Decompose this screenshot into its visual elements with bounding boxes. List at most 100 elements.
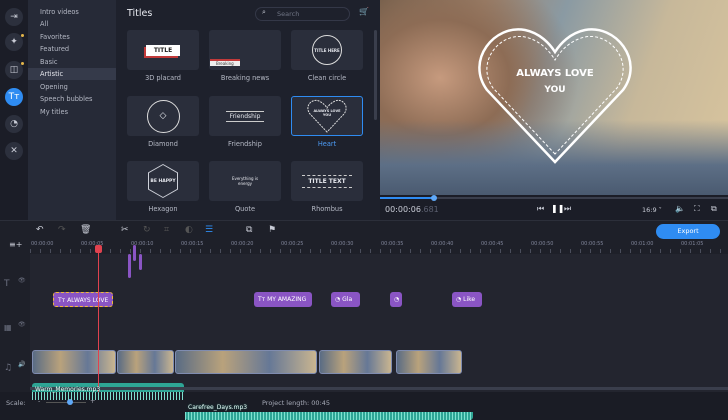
sticker-clip[interactable]: ◔ <box>390 292 402 307</box>
sticker-clip[interactable]: ◔ Like <box>452 292 482 307</box>
video-preview[interactable]: ALWAYS LOVE YOU <box>380 0 728 195</box>
delete-icon[interactable]: 🗑 <box>80 225 91 235</box>
aspect-ratio-dropdown[interactable]: 16:9 ˅ <box>642 206 662 214</box>
waveform <box>185 412 473 420</box>
category-speech-bubbles[interactable]: Speech bubbles <box>28 93 116 105</box>
record-icon[interactable]: ⧉ <box>246 225 252 235</box>
rotate-icon[interactable]: ↻ <box>143 225 151 235</box>
category-list: Intro videos All Favorites Featured Basi… <box>28 0 116 220</box>
playback-progress[interactable] <box>380 195 728 201</box>
title-label: Friendship <box>228 140 262 148</box>
transitions-icon[interactable]: ◫ <box>5 61 24 79</box>
ruler-tick-label: 00:00:20 <box>231 241 254 247</box>
ruler-tick-label: 00:00:35 <box>381 241 404 247</box>
cart-icon[interactable]: 🛒 <box>359 7 369 16</box>
title-label: Heart <box>317 140 337 148</box>
import-icon[interactable]: ⇥ <box>5 8 23 26</box>
ruler-tick-label: 00:01:05 <box>681 241 704 247</box>
volume-icon[interactable]: 🔈 <box>675 204 685 213</box>
video-clip[interactable] <box>396 350 462 374</box>
export-button[interactable]: Export <box>656 224 720 239</box>
titles-icon[interactable]: Tт <box>5 88 23 106</box>
ruler-tick-label: 00:00:55 <box>581 241 604 247</box>
ruler-tick-label: 00:00:25 <box>281 241 304 247</box>
title-clip[interactable]: Tт MY AMAZING <box>254 292 312 307</box>
ruler-tick-label: 00:00:45 <box>481 241 504 247</box>
title-card-quote[interactable]: Everything is energy <box>209 161 281 201</box>
panel-title: Titles <box>127 8 153 19</box>
scale-label: Scale: <box>6 399 26 407</box>
ruler-tick-label: 00:00:40 <box>431 241 454 247</box>
color-adjust-icon[interactable]: ◐ <box>185 225 193 235</box>
scrollbar[interactable] <box>374 30 377 120</box>
project-length-label: Project length: <box>262 399 310 407</box>
sticker-clip[interactable]: ◔ Gla <box>331 292 360 307</box>
title-card-hexagon[interactable]: BE HAPPY <box>127 161 199 201</box>
category-my-titles[interactable]: My titles <box>28 106 116 118</box>
search-input[interactable]: Search <box>255 7 350 21</box>
titles-panel: Titles Search ⌕ 🛒 TITLE 3D placard Break… <box>116 0 380 220</box>
title-card-diamond[interactable]: ◇ <box>127 96 199 136</box>
video-clip[interactable] <box>319 350 392 374</box>
video-visibility-icon[interactable]: 👁 <box>18 321 26 328</box>
title-marker[interactable] <box>128 254 131 278</box>
next-frame-icon[interactable]: ⏭ <box>564 204 571 214</box>
title-label: Hexagon <box>148 205 178 213</box>
waveform <box>32 392 184 400</box>
category-intro-videos[interactable]: Intro videos <box>28 6 116 18</box>
add-track-icon[interactable]: ≡+ <box>9 240 22 249</box>
category-featured[interactable]: Featured <box>28 43 116 55</box>
undo-icon[interactable]: ↶ <box>36 225 44 235</box>
ruler-tick-label: 00:00:50 <box>531 241 554 247</box>
title-card-friendship[interactable]: Friendship <box>209 96 281 136</box>
stickers-icon[interactable]: ◔ <box>5 115 23 133</box>
clip-properties-icon[interactable]: ☰ <box>205 225 213 235</box>
overlay-title-line2: YOU <box>544 85 566 95</box>
previous-frame-icon[interactable]: ⏮ <box>537 204 544 214</box>
title-clip[interactable]: Tт ALWAYS LOVE <box>53 292 113 307</box>
title-marker[interactable] <box>133 245 136 261</box>
category-favorites[interactable]: Favorites <box>28 31 116 43</box>
tracks-area[interactable]: Tт ALWAYS LOVE Tт MY AMAZING ◔ Gla ◔ ◔ L… <box>30 245 728 420</box>
video-clip[interactable] <box>117 350 174 374</box>
title-clip-icon: Tт <box>258 296 268 303</box>
video-clip[interactable] <box>175 350 317 374</box>
title-card-rhombus[interactable]: TITLE TEXT <box>291 161 363 201</box>
redo-icon[interactable]: ↷ <box>58 225 66 235</box>
scale-slider[interactable] <box>46 399 86 405</box>
title-card-3d-placard[interactable]: TITLE <box>127 30 199 70</box>
timeline-scrollbar[interactable] <box>30 387 728 390</box>
track-visibility-icon[interactable]: 👁 <box>18 277 26 284</box>
title-label: Clean circle <box>307 74 347 82</box>
title-card-breaking-news[interactable]: Breaking <box>209 30 281 70</box>
video-clip[interactable] <box>32 350 116 374</box>
magic-wand-icon[interactable]: ✦ <box>5 33 24 51</box>
tools-icon[interactable]: ✕ <box>5 142 23 160</box>
marker-flag-icon[interactable]: ⚑ <box>268 225 276 235</box>
pause-icon[interactable]: ❚❚ <box>551 204 564 213</box>
progress-fill <box>380 197 434 199</box>
category-opening[interactable]: Opening <box>28 81 116 93</box>
timeline: ↶ ↷ 🗑 ✂ ↻ ⌗ ◐ ☰ ⧉ ⚑ Export ≡+ 00:00:00 00… <box>0 220 728 420</box>
category-artistic[interactable]: Artistic <box>28 68 116 80</box>
audio-mute-icon[interactable]: 🔊 <box>18 361 25 368</box>
progress-handle[interactable] <box>431 195 437 201</box>
playhead[interactable] <box>95 245 102 393</box>
category-all[interactable]: All <box>28 18 116 30</box>
cut-icon[interactable]: ✂ <box>121 225 129 235</box>
category-basic[interactable]: Basic <box>28 56 116 68</box>
detach-preview-icon[interactable]: ⧉ <box>711 204 717 214</box>
audio-clip-name: Warm_Memories.mp3 <box>35 386 101 393</box>
title-clip-icon: Tт <box>58 297 68 304</box>
project-length-value: 00:45 <box>311 399 331 407</box>
audio-clip[interactable]: Warm_Memories.mp3 <box>32 383 184 400</box>
title-marker[interactable] <box>139 254 142 270</box>
title-label: Diamond <box>148 140 178 148</box>
ruler-tick-label: 00:00:15 <box>181 241 204 247</box>
crop-icon[interactable]: ⌗ <box>164 225 169 235</box>
fullscreen-icon[interactable]: ⛶ <box>694 204 700 214</box>
title-card-clean-circle[interactable]: TITLE HERE <box>291 30 363 70</box>
overlay-title-line1: ALWAYS LOVE <box>516 68 594 79</box>
current-time: 00:00:06 <box>385 205 421 214</box>
title-card-heart[interactable]: ALWAYS LOVE YOU <box>291 96 363 136</box>
